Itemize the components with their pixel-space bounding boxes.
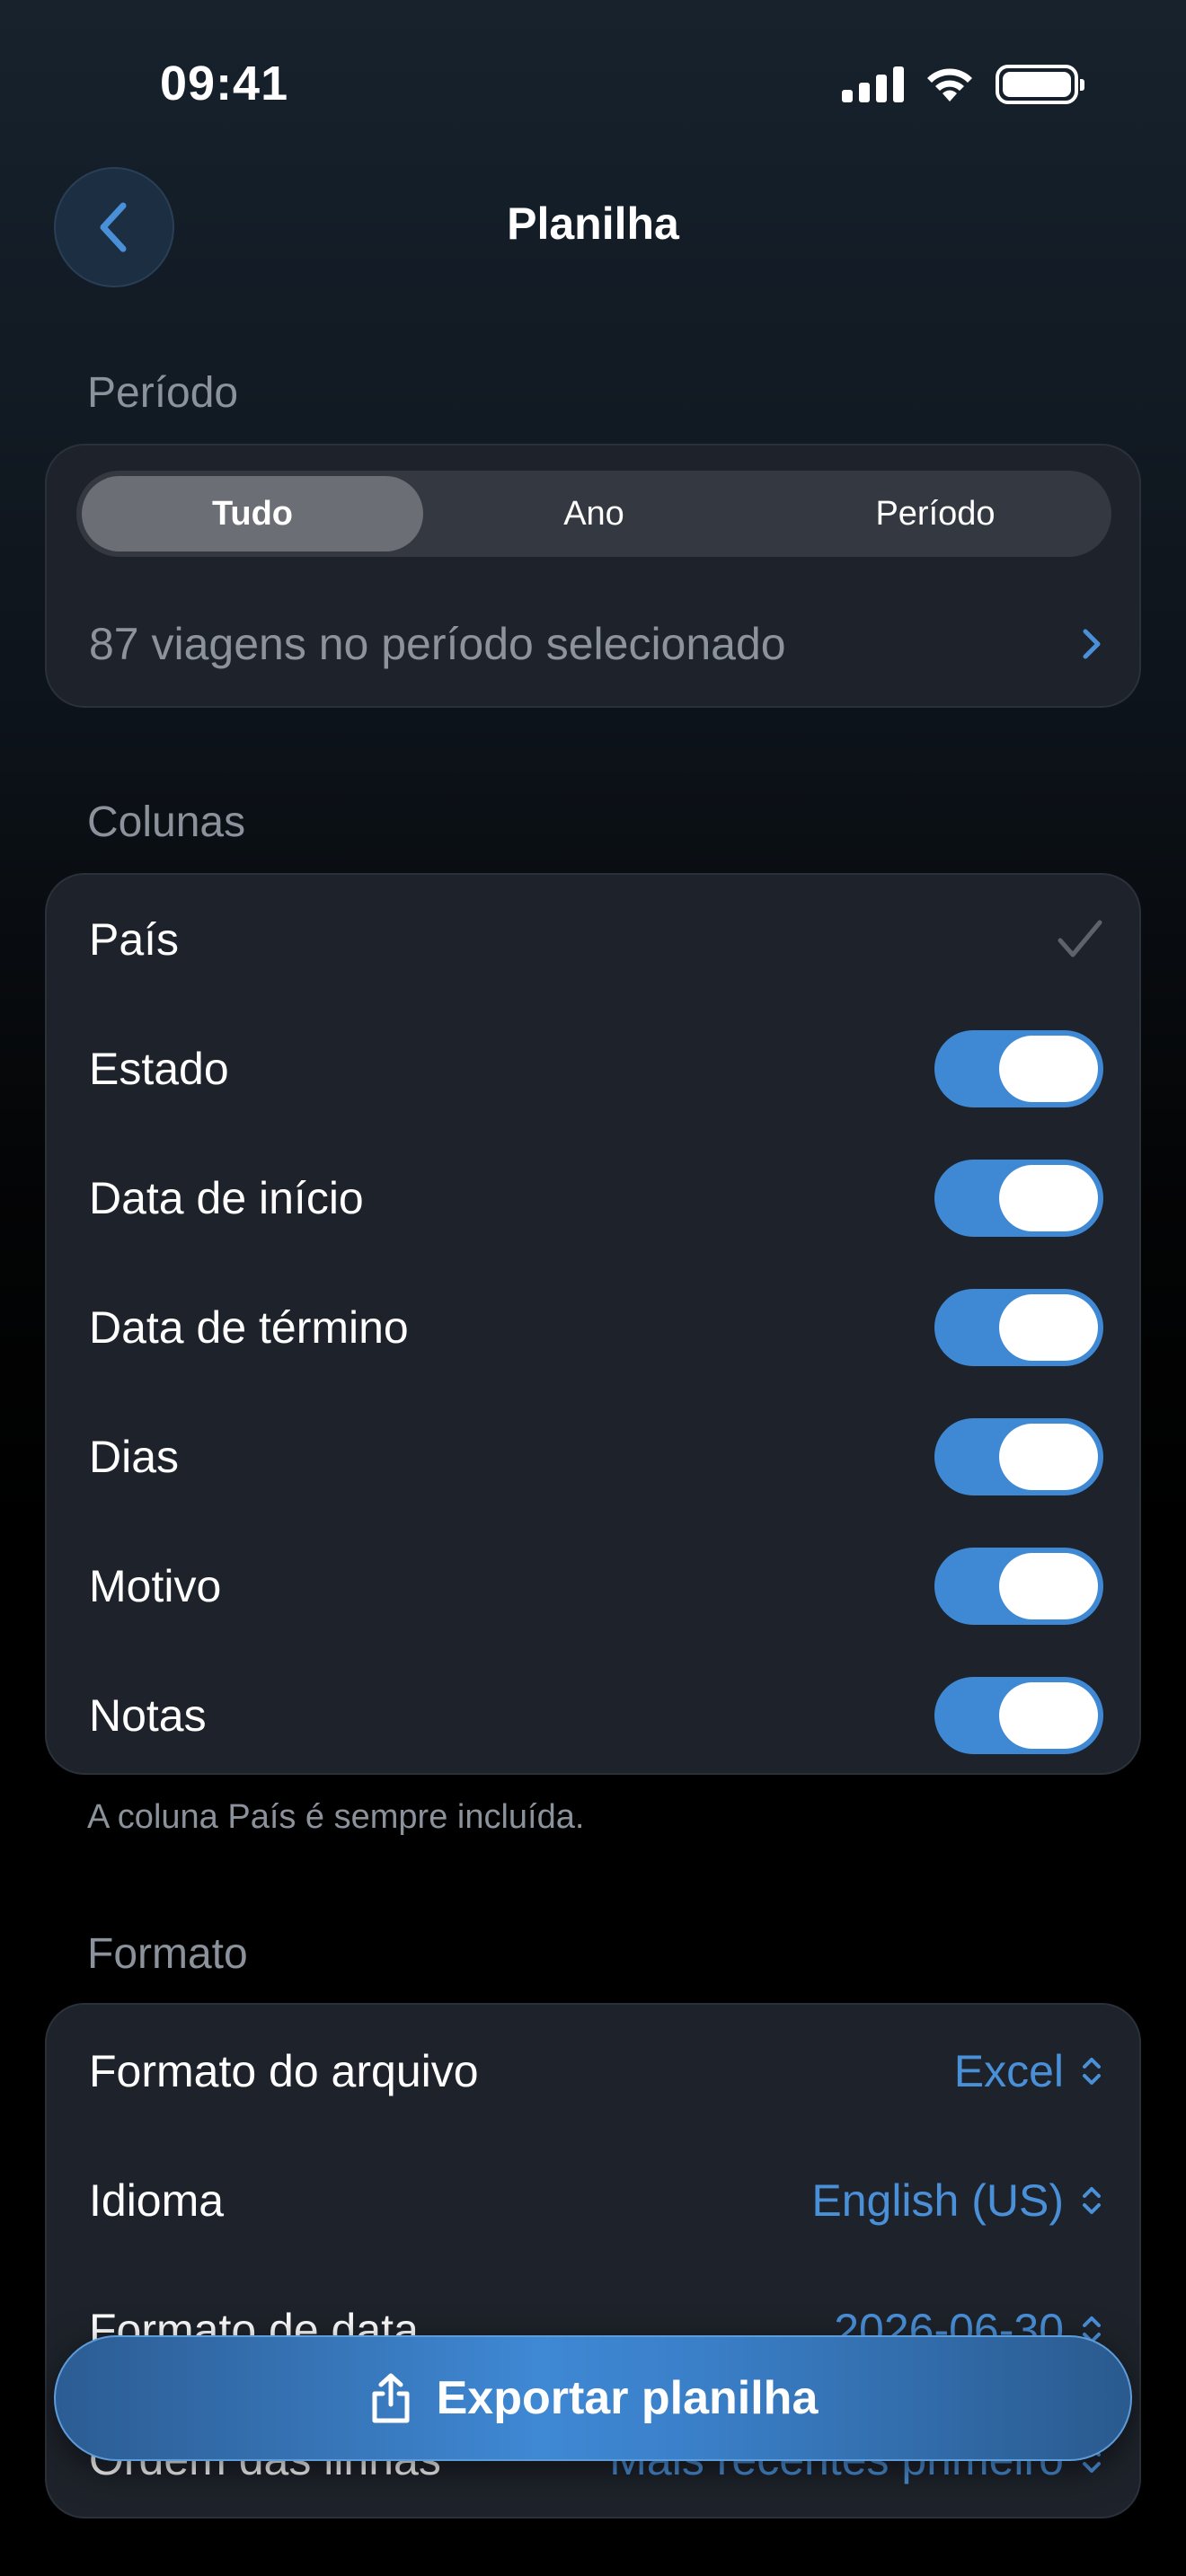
battery-icon	[996, 65, 1084, 104]
column-row-end-date: Data de término	[89, 1283, 1103, 1372]
language-picker[interactable]: English (US)	[811, 2175, 1103, 2227]
column-label: Data de início	[89, 1173, 364, 1223]
toggle-knob	[999, 1294, 1098, 1361]
toggle-knob	[999, 1682, 1098, 1749]
segment-period[interactable]: Período	[765, 476, 1106, 551]
notes-toggle[interactable]	[934, 1677, 1103, 1754]
chevron-up-down-icon	[1083, 2187, 1101, 2214]
export-spreadsheet-button[interactable]: Exportar planilha	[54, 2335, 1132, 2461]
format-section-label: Formato	[87, 1930, 248, 1978]
period-card: Tudo Ano Período 87 viagens no período s…	[45, 444, 1141, 708]
cellular-signal-icon	[842, 66, 904, 102]
column-row-state: Estado	[89, 1024, 1103, 1114]
segment-year[interactable]: Ano	[423, 476, 765, 551]
export-button-label: Exportar planilha	[436, 2372, 819, 2424]
format-label: Idioma	[89, 2175, 225, 2226]
column-row-notes: Notas	[89, 1671, 1103, 1760]
columns-footnote: A coluna País é sempre incluída.	[87, 1798, 585, 1836]
segment-all[interactable]: Tudo	[82, 476, 423, 551]
status-time: 09:41	[160, 57, 289, 110]
status-icons	[842, 65, 1084, 104]
checkmark-icon	[1058, 920, 1102, 957]
columns-section-label: Colunas	[87, 798, 246, 846]
format-label: Formato do arquivo	[89, 2046, 479, 2096]
wifi-icon	[927, 68, 972, 101]
column-row-start-date: Data de início	[89, 1153, 1103, 1243]
column-row-days: Dias	[89, 1412, 1103, 1502]
chevron-up-down-icon	[1083, 2058, 1101, 2085]
screen: 09:41 Planilha Período Tudo Ano Período …	[0, 0, 1186, 2576]
column-label: Estado	[89, 1044, 229, 1094]
trips-count-text: 87 viagens no período selecionado	[89, 619, 786, 669]
toggle-knob	[999, 1036, 1098, 1102]
start-date-toggle[interactable]	[934, 1160, 1103, 1237]
days-toggle[interactable]	[934, 1418, 1103, 1495]
page-title: Planilha	[507, 198, 679, 249]
reason-toggle[interactable]	[934, 1548, 1103, 1625]
column-label: Dias	[89, 1432, 180, 1482]
share-icon	[372, 2373, 410, 2423]
file-format-row[interactable]: Formato do arquivo Excel	[89, 2026, 1103, 2116]
toggle-knob	[999, 1165, 1098, 1231]
chevron-right-icon	[1083, 629, 1101, 659]
columns-card: País Estado Data de início Data de térmi…	[45, 873, 1141, 1775]
toggle-knob	[999, 1553, 1098, 1619]
column-row-country: País	[89, 895, 1103, 984]
column-label: Notas	[89, 1690, 207, 1741]
period-section-label: Período	[87, 369, 239, 417]
language-row[interactable]: Idioma English (US)	[89, 2156, 1103, 2245]
end-date-toggle[interactable]	[934, 1289, 1103, 1366]
column-label: Motivo	[89, 1561, 222, 1611]
state-toggle[interactable]	[934, 1030, 1103, 1107]
column-label: País	[89, 914, 180, 965]
toggle-knob	[999, 1424, 1098, 1490]
file-format-picker[interactable]: Excel	[954, 2045, 1103, 2097]
picker-value: Excel	[953, 2046, 1064, 2096]
trips-summary-row[interactable]: 87 viagens no período selecionado	[89, 613, 1103, 675]
period-segmented-control: Tudo Ano Período	[76, 471, 1111, 557]
column-row-reason: Motivo	[89, 1541, 1103, 1631]
picker-value: English (US)	[811, 2175, 1064, 2226]
column-label: Data de término	[89, 1302, 409, 1353]
